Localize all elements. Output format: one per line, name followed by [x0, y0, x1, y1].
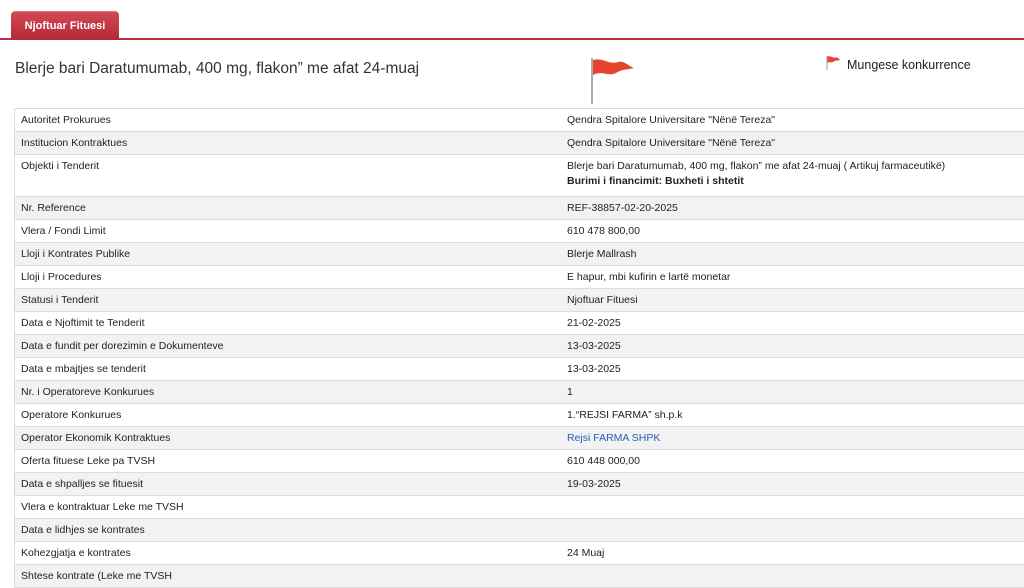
row-label: Nr. i Operatoreve Konkurues [15, 381, 562, 404]
table-row: Institucion KontraktuesQendra Spitalore … [15, 132, 1024, 155]
row-value: 24 Muaj [561, 542, 1024, 565]
row-value: 19-03-2025 [561, 473, 1024, 496]
row-label: Autoritet Prokurues [15, 109, 562, 132]
row-value: 1 [561, 381, 1024, 404]
tender-details-table: Autoritet ProkuruesQendra Spitalore Univ… [14, 108, 1024, 588]
row-label: Data e fundit per dorezimin e Dokumentev… [15, 335, 562, 358]
row-value: 13-03-2025 [561, 358, 1024, 381]
tab-bar: Njoftuar Fituesi [0, 0, 1024, 40]
row-label: Data e shpalljes se fituesit [15, 473, 562, 496]
row-label: Shtese kontrate (Leke me TVSH [15, 565, 562, 588]
legend: Mungese konkurrence [825, 54, 971, 72]
funding-source: Burimi i financimit: Buxheti i shtetit [567, 175, 1024, 187]
row-label: Data e mbajtjes se tenderit [15, 358, 562, 381]
row-value: E hapur, mbi kufirin e lartë monetar [561, 266, 1024, 289]
table-row: Shtese kontrate (Leke me TVSH [15, 565, 1024, 588]
table-row: Data e mbajtjes se tenderit13-03-2025 [15, 358, 1024, 381]
row-value: 610 478 800,00 [561, 220, 1024, 243]
red-flag-icon [588, 56, 638, 106]
row-label: Data e lidhjes se kontrates [15, 519, 562, 542]
table-row: Data e Njoftimit te Tenderit21-02-2025 [15, 312, 1024, 335]
row-value: Rejsi FARMA SHPK [561, 427, 1024, 450]
row-value: Njoftuar Fituesi [561, 289, 1024, 312]
row-value: 21-02-2025 [561, 312, 1024, 335]
table-row: Operatore Konkurues1.“REJSI FARMA” sh.p.… [15, 404, 1024, 427]
table-row: Vlera / Fondi Limit610 478 800,00 [15, 220, 1024, 243]
table-row: Objekti i Tenderit Blerje bari Daratumuma… [15, 155, 1024, 197]
table-row: Nr. i Operatoreve Konkurues1 [15, 381, 1024, 404]
table-row: Statusi i TenderitNjoftuar Fituesi [15, 289, 1024, 312]
row-label: Kohezgjatja e kontrates [15, 542, 562, 565]
table-row: Nr. ReferenceREF-38857-02-20-2025 [15, 197, 1024, 220]
row-label: Nr. Reference [15, 197, 562, 220]
table-row: Data e lidhjes se kontrates [15, 519, 1024, 542]
row-label: Vlera / Fondi Limit [15, 220, 562, 243]
tender-object-text: Blerje bari Daratumumab, 400 mg, flakon”… [567, 160, 945, 172]
table-row: Vlera e kontraktuar Leke me TVSH [15, 496, 1024, 519]
table-row: Data e fundit per dorezimin e Dokumentev… [15, 335, 1024, 358]
table-row: Kohezgjatja e kontrates24 Muaj [15, 542, 1024, 565]
legend-label: Mungese konkurrence [847, 58, 971, 72]
row-label: Objekti i Tenderit [15, 155, 562, 197]
row-label: Operator Ekonomik Kontraktues [15, 427, 562, 450]
page-title: Blerje bari Daratumumab, 400 mg, flakon”… [15, 60, 419, 78]
row-label: Institucion Kontraktues [15, 132, 562, 155]
row-value: Blerje bari Daratumumab, 400 mg, flakon”… [561, 155, 1024, 197]
table-row: Autoritet ProkuruesQendra Spitalore Univ… [15, 109, 1024, 132]
row-label: Vlera e kontraktuar Leke me TVSH [15, 496, 562, 519]
row-value: REF-38857-02-20-2025 [561, 197, 1024, 220]
row-value: Blerje Mallrash [561, 243, 1024, 266]
row-value [561, 565, 1024, 588]
row-label: Operatore Konkurues [15, 404, 562, 427]
row-label: Lloji i Procedures [15, 266, 562, 289]
table-row: Operator Ekonomik Kontraktues Rejsi FARMA… [15, 427, 1024, 450]
row-label: Statusi i Tenderit [15, 289, 562, 312]
table-row: Oferta fituese Leke pa TVSH610 448 000,0… [15, 450, 1024, 473]
row-value: 1.“REJSI FARMA” sh.p.k [561, 404, 1024, 427]
row-value: 610 448 000,00 [561, 450, 1024, 473]
row-label: Oferta fituese Leke pa TVSH [15, 450, 562, 473]
table-row: Data e shpalljes se fituesit19-03-2025 [15, 473, 1024, 496]
small-red-flag-icon [825, 55, 841, 71]
row-value [561, 519, 1024, 542]
row-value: 13-03-2025 [561, 335, 1024, 358]
row-label: Lloji i Kontrates Publike [15, 243, 562, 266]
row-value: Qendra Spitalore Universitare "Nënë Tere… [561, 109, 1024, 132]
row-value [561, 496, 1024, 519]
row-value: Qendra Spitalore Universitare "Nënë Tere… [561, 132, 1024, 155]
table-row: Lloji i Kontrates PublikeBlerje Mallrash [15, 243, 1024, 266]
table-row: Lloji i ProceduresE hapur, mbi kufirin e… [15, 266, 1024, 289]
tab-njoftuar-fituesi[interactable]: Njoftuar Fituesi [11, 11, 119, 40]
contractor-link[interactable]: Rejsi FARMA SHPK [567, 432, 660, 444]
row-label: Data e Njoftimit te Tenderit [15, 312, 562, 335]
